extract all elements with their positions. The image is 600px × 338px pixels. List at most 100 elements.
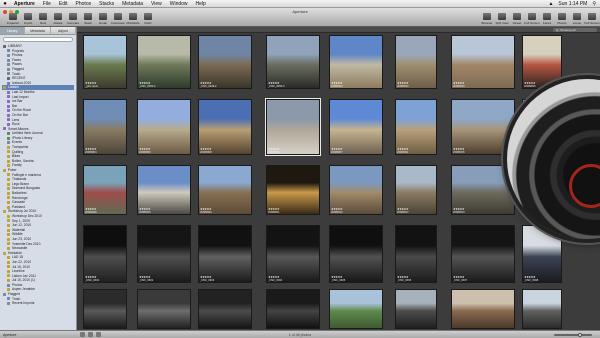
thumbnail-caption: _DSC_0001: [85, 279, 100, 282]
photo-thumbnail[interactable]: ★★★★★ _DSC_0008: [522, 225, 562, 283]
photo-thumbnail[interactable]: ★★★★★ 20080824: [329, 35, 383, 89]
photo-thumbnail[interactable]: [329, 289, 383, 329]
filter-search-input[interactable]: Q- Showing all: [553, 28, 597, 32]
toolbar-button-label: Flickr: [144, 21, 152, 25]
photo-thumbnail[interactable]: ★★★★★ _DSC_0007: [451, 225, 515, 283]
thumbnail-caption: _DSC_0050-3: [268, 85, 285, 88]
sidebar-item-icon: [7, 233, 10, 237]
sidebar-item-icon: [3, 210, 6, 214]
photo-thumbnail[interactable]: ★★★★★ 20080811: [395, 99, 437, 155]
sidebar-item-icon: [7, 95, 10, 99]
sidebar-item-icon: [7, 187, 10, 191]
photo-thumbnail[interactable]: [522, 289, 562, 329]
full-screen-icon: [528, 13, 536, 20]
sidebar-item-icon: [7, 99, 10, 103]
sidebar-item-icon: [7, 223, 10, 227]
sidebar-item-icon: [7, 53, 10, 57]
photo-thumbnail[interactable]: ★★★★★ 20080820: [451, 35, 515, 89]
photo-thumbnail[interactable]: ★★★★★ 20080804: [83, 99, 127, 155]
sidebar-item-icon: [7, 118, 10, 122]
sidebar-item-icon: [7, 159, 10, 163]
tab-library[interactable]: Library: [0, 27, 26, 34]
toolbar-button-flickr[interactable]: Flickr: [139, 13, 157, 26]
compare-icon: [69, 13, 77, 20]
sidebar-item-icon: [7, 155, 10, 159]
sidebar-item[interactable]: Recent Imports: [2, 301, 74, 306]
photo-thumbnail[interactable]: ★★★★★ 20080808: [198, 99, 252, 155]
sidebar-item-icon: [7, 246, 10, 250]
photo-thumbnail[interactable]: ★★★★★ 20080813: [451, 165, 515, 215]
photo-thumbnail[interactable]: ★★★★★ 20080808: [137, 99, 191, 155]
photo-thumbnail[interactable]: ★★★★★ 20080815: [451, 99, 515, 155]
stack-icon: [84, 13, 92, 20]
photo-thumbnail[interactable]: ★★★★★ 20080829: [198, 165, 252, 215]
photo-thumbnail[interactable]: ★★★★★ _DSC_0005: [329, 225, 383, 283]
toolbar-button-label: Import: [23, 21, 33, 25]
photo-thumbnail[interactable]: ★★★★★ _gbin repro: [83, 35, 127, 89]
menu-photos[interactable]: Photos: [72, 1, 96, 7]
sidebar-tabs: Library Metadata Adjust: [0, 27, 76, 35]
sidebar-item-icon: [7, 104, 10, 108]
photo-thumbnail[interactable]: ★★★★★ _DSC_0002: [137, 225, 191, 283]
clock[interactable]: Sun 1:14 PM: [558, 1, 587, 7]
sidebar-item-icon: [7, 237, 10, 241]
photo-thumbnail[interactable]: ★★★★★ 20080825: [522, 35, 562, 89]
sidebar-item-icon: [7, 141, 10, 145]
photo-thumbnail[interactable]: ★★★★★ _DSC_0001: [83, 225, 127, 283]
menu-file[interactable]: File: [39, 1, 55, 7]
facebook-icon: [114, 13, 122, 20]
thumbnail-caption: 20080817: [397, 211, 409, 214]
photo-thumbnail[interactable]: [451, 289, 515, 329]
menu-edit[interactable]: Edit: [55, 1, 72, 7]
photo-thumbnail[interactable]: ★★★★★ _DSC_0003: [198, 225, 252, 283]
sidebar-item-icon: [7, 63, 10, 67]
photo-thumbnail[interactable]: [137, 289, 191, 329]
slider-knob[interactable]: [578, 332, 582, 337]
menu-metadata[interactable]: Metadata: [118, 1, 147, 7]
photo-thumbnail[interactable]: ★★★★★ _DSC_0050-2: [137, 35, 191, 89]
sidebar-item-icon: [7, 283, 10, 287]
photo-thumbnail[interactable]: [266, 289, 320, 329]
loupe-magnifier[interactable]: [507, 79, 600, 239]
wifi-icon[interactable]: ▲: [548, 1, 553, 7]
menu-stacks[interactable]: Stacks: [95, 1, 118, 7]
places-icon: [558, 13, 566, 20]
spotlight-icon[interactable]: ⚲: [592, 1, 596, 7]
sidebar-item-icon: [7, 164, 10, 168]
sidebar-item-icon: [7, 256, 10, 260]
tab-metadata[interactable]: Metadata: [25, 27, 51, 34]
photo-thumbnail[interactable]: ★★★★★ 20080806: [265, 98, 321, 156]
split-view-icon: [498, 13, 506, 20]
loupe-icon: [573, 13, 581, 20]
photo-thumbnail[interactable]: ★★★★★ _DSC_0050-3: [266, 35, 320, 89]
photo-thumbnail[interactable]: ★★★★★ 20080812: [329, 165, 383, 215]
toolbar-button-full-screen[interactable]: Full Screen: [583, 13, 600, 26]
inspector-icon: [9, 13, 17, 20]
tab-adjust[interactable]: Adjust: [51, 27, 76, 34]
sidebar-item-icon: [7, 196, 10, 200]
menu-view[interactable]: View: [147, 1, 166, 7]
sidebar-item-icon: [7, 150, 10, 154]
photo-thumbnail[interactable]: ★★★★★ 20080822: [395, 35, 437, 89]
menu-aperture[interactable]: Aperture: [10, 1, 39, 7]
photo-thumbnail[interactable]: [198, 289, 252, 329]
photo-thumbnail[interactable]: ★★★★★ _DSC_0006: [395, 225, 437, 283]
photo-thumbnail[interactable]: ★★★★★ 20080807: [329, 99, 383, 155]
photo-thumbnail[interactable]: ★★★★★ 20080828: [83, 165, 127, 215]
photo-thumbnail[interactable]: ★★★★★ _DSC_0049-2: [198, 35, 252, 89]
photo-thumbnail[interactable]: [83, 289, 127, 329]
menu-window[interactable]: Window: [166, 1, 192, 7]
photo-thumbnail[interactable]: ★★★★★ 20080821: [266, 165, 320, 215]
import-icon: [24, 13, 32, 20]
photo-thumbnail[interactable]: ★★★★★ _DSC_0004: [266, 225, 320, 283]
sidebar-item-icon: [7, 76, 10, 80]
apple-menu-icon[interactable]: ●: [0, 1, 10, 7]
photo-thumbnail[interactable]: ★★★★★ 20080826: [137, 165, 191, 215]
photo-thumbnail[interactable]: [395, 289, 437, 329]
sidebar-item-icon: [3, 168, 6, 172]
thumbnail-caption: _DSC_0050-2: [139, 85, 156, 88]
menu-help[interactable]: Help: [192, 1, 210, 7]
sidebar-search-input[interactable]: [3, 37, 73, 42]
photo-thumbnail[interactable]: ★★★★★ 20080817: [395, 165, 437, 215]
thumbnail-size-slider[interactable]: [554, 332, 592, 337]
